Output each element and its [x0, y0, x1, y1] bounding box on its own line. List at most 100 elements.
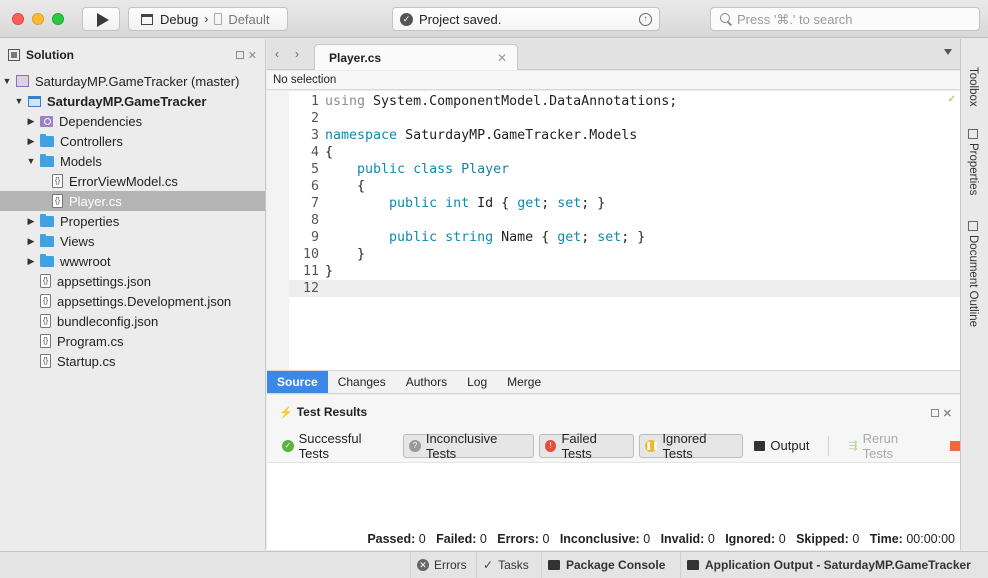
tab-log[interactable]: Log: [457, 371, 497, 393]
tree-item[interactable]: ▶{}bundleconfig.json: [0, 311, 265, 331]
tree-item[interactable]: ▶ Dependencies: [0, 111, 265, 131]
code-line[interactable]: 2: [289, 110, 960, 127]
breadcrumb[interactable]: No selection: [267, 71, 960, 90]
tree-item[interactable]: ▶{}Program.cs: [0, 331, 265, 351]
failed-count: 0: [479, 532, 487, 546]
line-number: 2: [310, 111, 319, 126]
tree-item-label: Player.cs: [69, 193, 122, 209]
document-outline-dock-tab[interactable]: Document Outline: [967, 221, 979, 327]
tree-item[interactable]: ▶{}Player.cs: [0, 191, 265, 211]
disclosure-down-icon[interactable]: ▼: [26, 156, 36, 166]
maximize-pane-icon[interactable]: [930, 409, 939, 417]
close-pane-icon[interactable]: ✕: [943, 407, 952, 420]
tree-item[interactable]: ▶{}Startup.cs: [0, 351, 265, 371]
disclosure-right-icon[interactable]: ▶: [26, 116, 36, 127]
application-output-button[interactable]: Application Output - SaturdayMP.GameTrac…: [680, 552, 977, 578]
tasks-pad-button[interactable]: ✓ Tasks: [476, 552, 535, 578]
inconclusive-tests-label: Inconclusive Tests: [425, 430, 498, 461]
tab-player-cs[interactable]: Player.cs ✕: [314, 44, 518, 70]
ignored-tests-button[interactable]: ❚❚ Ignored Tests: [639, 431, 744, 461]
right-dock: Toolbox Properties Document Outline: [960, 39, 988, 550]
application-output-label: Application Output - SaturdayMP.GameTrac…: [705, 558, 971, 572]
maximize-pane-icon[interactable]: [235, 51, 244, 59]
folder-icon: [40, 253, 54, 267]
passed-label: Passed:: [367, 532, 416, 546]
disclosure-right-icon[interactable]: ▶: [26, 216, 36, 227]
tree-item[interactable]: ▶{}appsettings.json: [0, 271, 265, 291]
tab-source[interactable]: Source: [267, 371, 328, 393]
inconclusive-tests-button[interactable]: ? Inconclusive Tests: [403, 430, 534, 461]
chevron-right-icon[interactable]: ›: [295, 47, 299, 61]
test-results-pad: ⚡ Test Results ✕ ✓ Successful Tests ? In…: [267, 395, 960, 550]
properties-dock-tab[interactable]: Properties: [967, 129, 979, 195]
code-line[interactable]: 1 using System.ComponentModel.DataAnnotat…: [289, 93, 960, 110]
errors-pad-button[interactable]: ✕ Errors: [410, 552, 473, 578]
code-line[interactable]: 10 }: [289, 246, 960, 263]
tree-item[interactable]: ▼ SaturdayMP.GameTracker (master): [0, 71, 265, 91]
code-token: Id {: [469, 196, 518, 211]
code-line[interactable]: 12: [289, 280, 960, 297]
tree-item[interactable]: ▶ Controllers: [0, 131, 265, 151]
tree-item[interactable]: ▼ SaturdayMP.GameTracker: [0, 91, 265, 111]
time-label: Time:: [869, 532, 903, 546]
successful-tests-button[interactable]: ✓ Successful Tests: [276, 431, 398, 461]
line-number: 8: [310, 213, 319, 228]
tree-item[interactable]: ▶{}ErrorViewModel.cs: [0, 171, 265, 191]
configuration-selector[interactable]: Debug › Default: [128, 7, 288, 31]
tree-item[interactable]: ▶ Views: [0, 231, 265, 251]
minimize-window-button[interactable]: [32, 13, 44, 25]
code-line[interactable]: 7 public int Id { get; set; }: [289, 195, 960, 212]
solution-tree: ▼ SaturdayMP.GameTracker (master) ▼ Saturda…: [0, 71, 265, 371]
close-window-button[interactable]: [12, 13, 24, 25]
code-line[interactable]: 4{: [289, 144, 960, 161]
tab-authors[interactable]: Authors: [396, 371, 457, 393]
tab-changes[interactable]: Changes: [328, 371, 396, 393]
tree-item[interactable]: ▶ wwwroot: [0, 251, 265, 271]
code-token: }: [325, 264, 334, 279]
document-outline-label: Document Outline: [967, 235, 979, 328]
run-button[interactable]: [82, 7, 120, 31]
time-value: 00:00:00: [906, 532, 955, 546]
code-editor[interactable]: 1 using System.ComponentModel.DataAnnotat…: [267, 91, 960, 370]
disclosure-right-icon[interactable]: ▶: [26, 136, 36, 147]
code-line[interactable]: 6 {: [289, 178, 960, 195]
code-token: Name {: [493, 230, 558, 245]
disclosure-right-icon[interactable]: ▶: [26, 256, 36, 267]
close-tab-icon[interactable]: ✕: [497, 51, 507, 65]
chevron-left-icon[interactable]: ‹: [275, 47, 279, 61]
arrow-up-circle-icon[interactable]: ↑: [639, 12, 652, 26]
code-line[interactable]: 8: [289, 212, 960, 229]
test-summary: Passed: 0 Failed: 0 Errors: 0 Inconclusi…: [267, 532, 960, 550]
test-results-header: ⚡ Test Results ✕: [267, 395, 960, 429]
code-token: {: [325, 145, 334, 160]
code-text: public class Player: [325, 162, 509, 177]
code-line[interactable]: 11}: [289, 263, 960, 280]
code-line[interactable]: 3 namespace SaturdayMP.GameTracker.Models: [289, 127, 960, 144]
disclosure-right-icon[interactable]: ▶: [26, 236, 36, 247]
disclosure-down-icon[interactable]: ▼: [2, 76, 12, 86]
code-line[interactable]: 5 public class Player: [289, 161, 960, 178]
invalid-label: Invalid:: [660, 532, 705, 546]
configuration-label: Debug: [160, 11, 199, 27]
code-line[interactable]: 9 public string Name { get; set; }: [289, 229, 960, 246]
output-button[interactable]: Output: [748, 434, 815, 458]
toolbox-dock-tab[interactable]: Toolbox: [967, 67, 979, 107]
tree-item[interactable]: ▼ Models: [0, 151, 265, 171]
search-field[interactable]: [710, 7, 980, 31]
close-pane-icon[interactable]: ✕: [248, 49, 257, 62]
search-input[interactable]: [737, 11, 967, 27]
tab-menu-chevron-down-icon[interactable]: [944, 49, 952, 55]
tab-merge[interactable]: Merge: [497, 371, 551, 393]
code-token: System.ComponentModel.DataAnnotations;: [365, 94, 678, 109]
package-console-button[interactable]: Package Console: [541, 552, 671, 578]
failed-tests-button[interactable]: ! Failed Tests: [538, 431, 635, 461]
tree-item[interactable]: ▶ Properties: [0, 211, 265, 231]
code-text: {: [325, 179, 365, 194]
stop-icon[interactable]: [950, 440, 960, 451]
tree-item[interactable]: ▶{}appsettings.Development.json: [0, 291, 265, 311]
rerun-tests-button[interactable]: ⇶ Rerun Tests: [842, 431, 935, 461]
ignored-count: 0: [778, 532, 786, 546]
zoom-window-button[interactable]: [52, 13, 64, 25]
disclosure-down-icon[interactable]: ▼: [14, 96, 24, 106]
